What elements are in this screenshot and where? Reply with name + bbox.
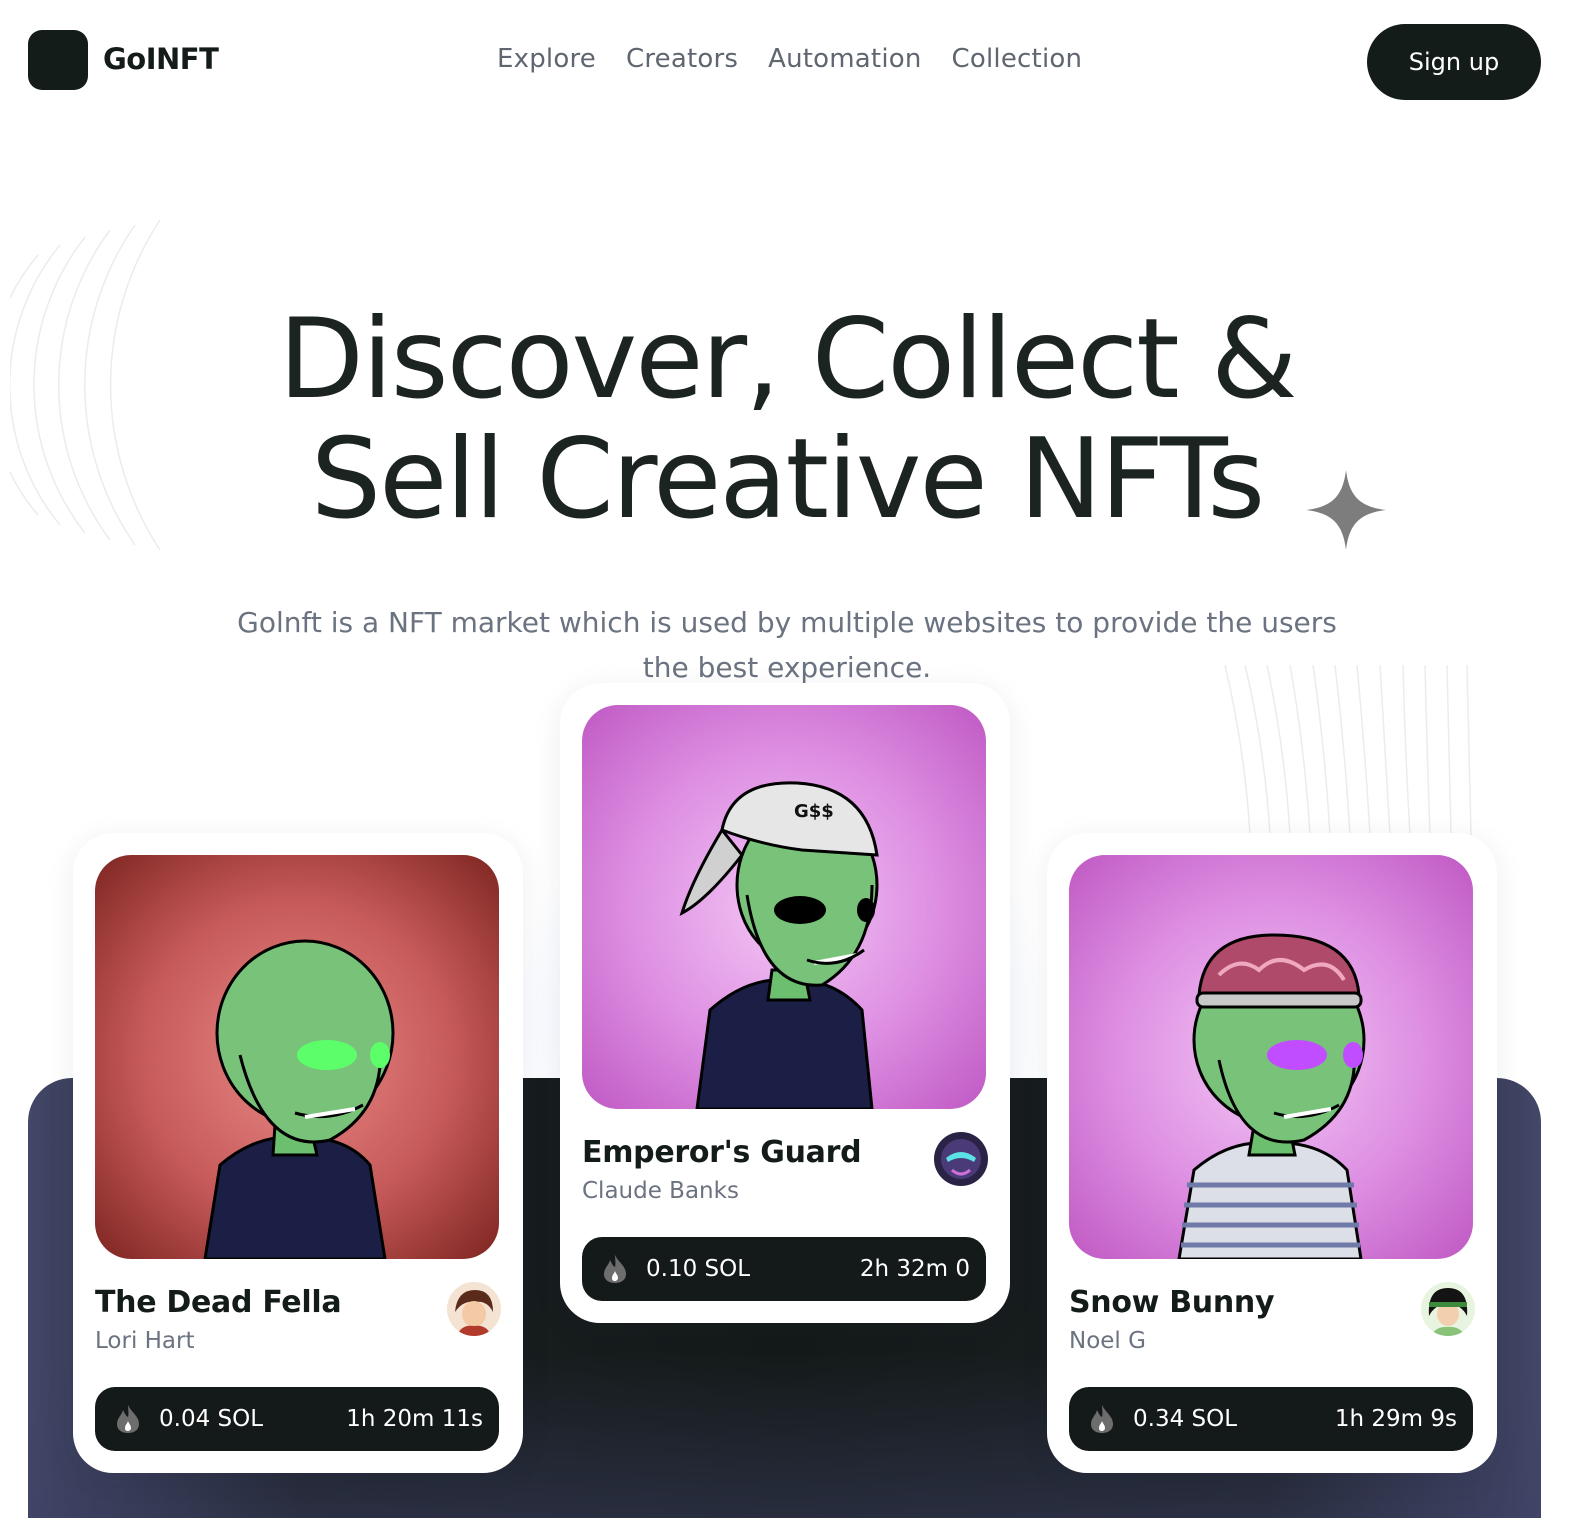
- bid-bar[interactable]: 0.04 SOL 1h 20m 11s: [95, 1387, 499, 1451]
- nft-creator[interactable]: Claude Banks: [582, 1178, 739, 1204]
- creator-avatar[interactable]: [447, 1282, 501, 1336]
- alien-artwork-purple-cap: G$$: [582, 705, 986, 1109]
- hero-subtitle: Golnft is a NFT market which is used by …: [237, 606, 1337, 684]
- decorative-arcs-left: [10, 219, 161, 551]
- logo-mark[interactable]: [28, 30, 88, 90]
- flame-icon: [1091, 1405, 1113, 1433]
- creator-avatar[interactable]: [934, 1132, 988, 1186]
- alien-artwork-purple-brain: [1069, 855, 1473, 1259]
- nft-card-snow-bunny[interactable]: Snow Bunny Noel G 0.34 SOL 1h 29m 9s: [1047, 833, 1497, 1473]
- auction-timer: 2h 32m 0: [859, 1256, 970, 1282]
- nft-card-dead-fella[interactable]: The Dead Fella Lori Hart 0.04 SOL 1h 20m…: [73, 833, 523, 1473]
- nav-automation[interactable]: Automation: [768, 44, 921, 74]
- price: 0.10 SOL: [646, 1256, 751, 1282]
- nav-explore[interactable]: Explore: [497, 44, 596, 74]
- avatar-image: [1421, 1282, 1475, 1336]
- avatar-image: [447, 1282, 501, 1336]
- price: 0.34 SOL: [1133, 1406, 1238, 1432]
- hero-title: Discover, Collect & Sell Creative NFTs: [187, 300, 1387, 540]
- price: 0.04 SOL: [159, 1406, 264, 1432]
- nft-card-emperors-guard[interactable]: G$$ Emperor's Guard Claude Banks 0.10 SO…: [560, 683, 1010, 1323]
- nft-artwork[interactable]: G$$: [582, 705, 986, 1109]
- sign-up-button[interactable]: Sign up: [1367, 24, 1541, 100]
- bid-bar[interactable]: 0.34 SOL 1h 29m 9s: [1069, 1387, 1473, 1451]
- creator-avatar[interactable]: [1421, 1282, 1475, 1336]
- hero-title-line-2: Sell Creative NFTs: [310, 415, 1266, 544]
- logo-text[interactable]: GoINFT: [103, 42, 219, 76]
- nft-name[interactable]: The Dead Fella: [95, 1285, 342, 1320]
- flame-icon: [604, 1255, 626, 1283]
- auction-timer: 1h 20m 11s: [346, 1406, 483, 1432]
- flame-icon: [117, 1405, 139, 1433]
- nft-creator[interactable]: Noel G: [1069, 1328, 1146, 1354]
- main-nav: Explore Creators Automation Collection: [497, 44, 1082, 74]
- cap-text: G$$: [794, 801, 834, 822]
- nft-name[interactable]: Snow Bunny: [1069, 1285, 1275, 1320]
- auction-timer: 1h 29m 9s: [1334, 1406, 1457, 1432]
- nft-name[interactable]: Emperor's Guard: [582, 1135, 862, 1170]
- alien-artwork-red: [95, 855, 499, 1259]
- sparkle-icon: [1306, 470, 1386, 550]
- hero-title-line-1: Discover, Collect &: [278, 295, 1297, 424]
- nav-creators[interactable]: Creators: [626, 44, 738, 74]
- nft-artwork[interactable]: [1069, 855, 1473, 1259]
- bid-bar[interactable]: 0.10 SOL 2h 32m 0: [582, 1237, 986, 1301]
- avatar-image: [934, 1132, 988, 1186]
- nft-artwork[interactable]: [95, 855, 499, 1259]
- nav-collection[interactable]: Collection: [952, 44, 1083, 74]
- nft-creator[interactable]: Lori Hart: [95, 1328, 195, 1354]
